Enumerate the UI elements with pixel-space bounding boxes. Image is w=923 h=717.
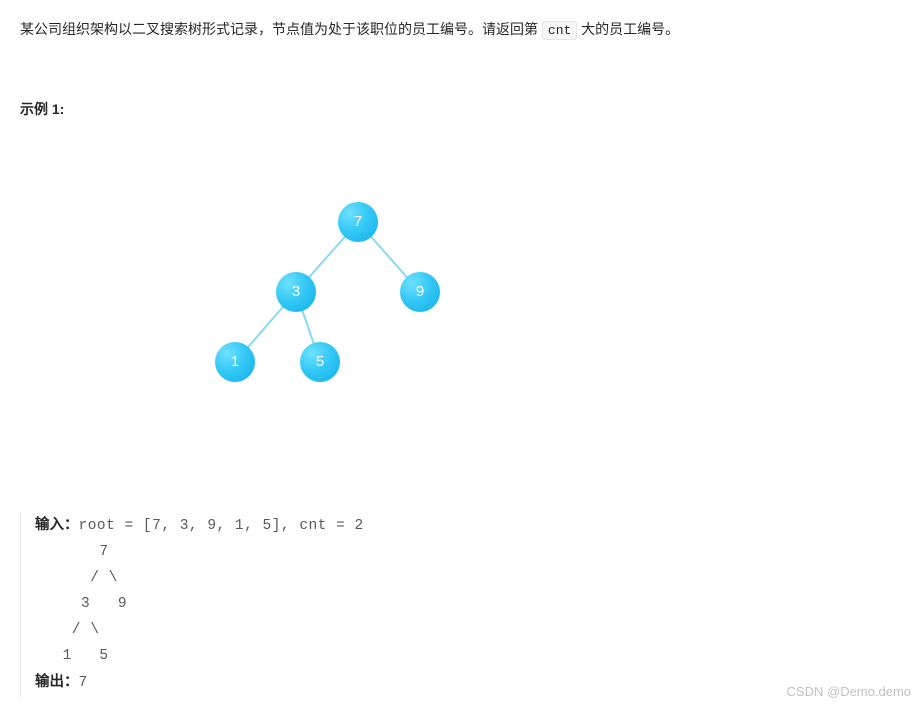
inline-code-cnt: cnt [542, 21, 577, 40]
problem-statement: 某公司组织架构以二叉搜索树形式记录，节点值为处于该职位的员工编号。请返回第 cn… [20, 18, 903, 42]
ascii-tree: 7 / \ 3 9 / \ 1 5 [35, 544, 127, 664]
problem-text-after: 大的员工编号。 [577, 21, 679, 37]
tree-node: 1 [215, 342, 255, 382]
tree-edges [140, 162, 660, 442]
example-heading: 示例 1: [20, 98, 903, 122]
input-value: root = [7, 3, 9, 1, 5], cnt = 2 [79, 518, 364, 534]
output-value: 7 [79, 675, 88, 691]
problem-text-before: 某公司组织架构以二叉搜索树形式记录，节点值为处于该职位的员工编号。请返回第 [20, 21, 542, 37]
tree-node: 9 [400, 272, 440, 312]
watermark: CSDN @Demo.demo [787, 681, 911, 703]
tree-node: 7 [338, 202, 378, 242]
tree-node: 3 [276, 272, 316, 312]
tree-diagram: 73 9 1 5 [140, 162, 660, 442]
example-block: 输入：root = [7, 3, 9, 1, 5], cnt = 2 7 / \… [20, 512, 903, 697]
output-label: 输出： [35, 674, 79, 690]
tree-node: 5 [300, 342, 340, 382]
input-label: 输入： [35, 517, 79, 533]
